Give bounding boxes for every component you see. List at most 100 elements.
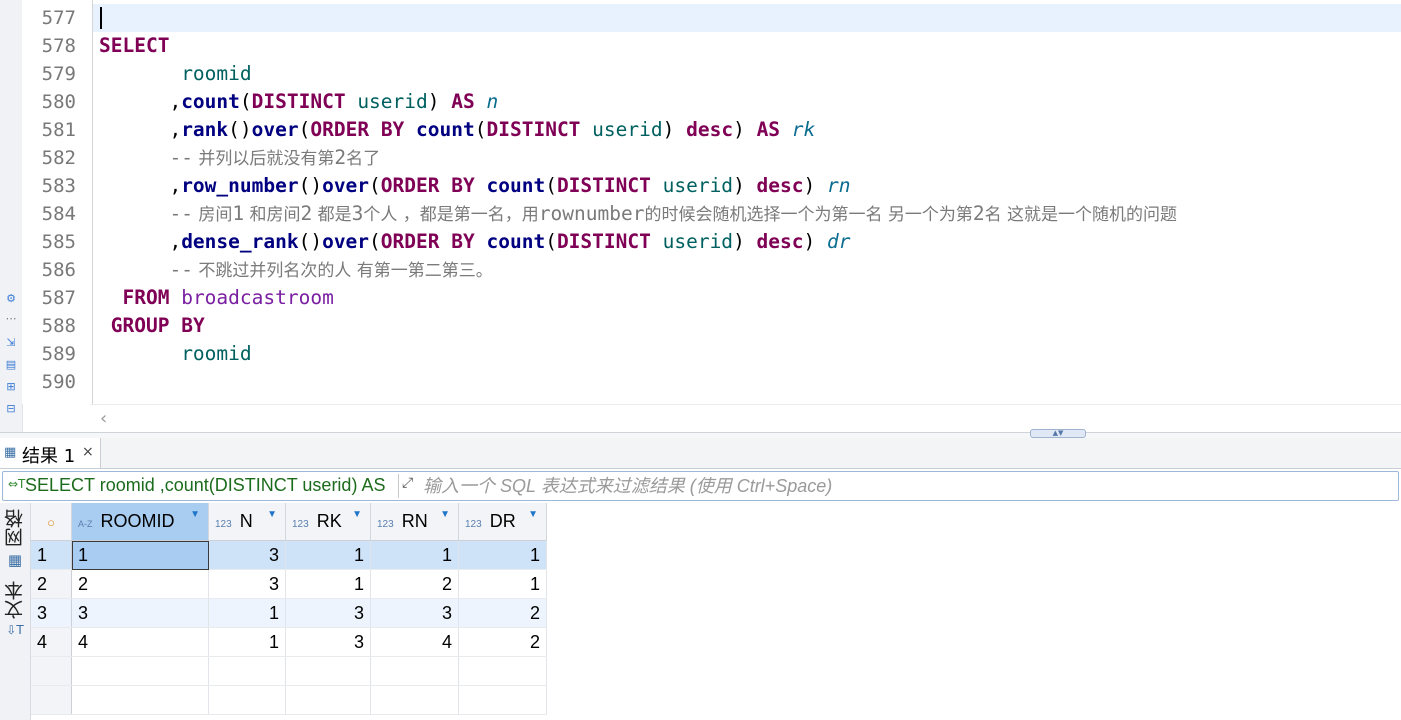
cell-n[interactable]: 3 <box>208 569 286 599</box>
cell-n[interactable]: 1 <box>208 598 286 628</box>
table-row[interactable]: 4 4 1 3 4 2 <box>31 627 547 657</box>
cell-rn[interactable]: 1 <box>370 540 459 570</box>
empty-cell <box>370 656 459 686</box>
column-name: N <box>239 511 253 531</box>
cell-rk[interactable]: 3 <box>285 627 371 657</box>
row-number-header[interactable]: ○ <box>31 503 72 541</box>
result-grid[interactable]: ○ A-Z ROOMID ▼ 123 N ▼ 123 RK ▼ 123 RN ▼… <box>31 503 1401 720</box>
line-number: 577 <box>41 7 76 29</box>
gear-icon[interactable]: ⚙ <box>3 292 19 306</box>
view-switch-strip: 网格 ▦ 文本 ⇩T <box>0 503 31 720</box>
grid-view-tab[interactable]: 网格 <box>4 509 26 547</box>
cell-roomid[interactable]: 3 <box>71 598 209 628</box>
column-name: RK <box>316 511 342 531</box>
editor-horizontal-scrollbar[interactable]: ‹ <box>90 404 1401 433</box>
column-header-rk[interactable]: 123 RK ▼ <box>285 503 371 541</box>
code-line[interactable]: -- 不跳过并列名次的人 有第一第二第三。 <box>99 256 492 284</box>
sort-arrow-icon[interactable]: ▼ <box>440 509 450 520</box>
cell-dr[interactable]: 2 <box>458 598 547 628</box>
code-line[interactable]: -- 并列以后就没有第2名了 <box>99 144 380 172</box>
line-number: 580 <box>41 91 76 113</box>
table-row[interactable]: 1 1 3 1 1 1 <box>31 540 547 570</box>
current-line-highlight <box>93 4 1401 32</box>
number-type-icon: 123 <box>292 519 309 530</box>
column-header-dr[interactable]: 123 DR ▼ <box>458 503 547 541</box>
tab-result-1[interactable]: ▦ 结果 1 × <box>0 438 101 468</box>
column-name: ROOMID <box>100 511 175 531</box>
code-line[interactable]: roomid <box>99 60 251 88</box>
sort-arrow-icon[interactable]: ▼ <box>352 509 362 520</box>
empty-cell <box>208 685 286 715</box>
query-text[interactable]: SELECT roomid ,count(DISTINCT userid) AS <box>25 475 385 496</box>
code-line[interactable]: ,row_number()over(ORDER BY count(DISTINC… <box>99 172 850 200</box>
code-line[interactable]: FROM broadcastroom <box>99 284 333 312</box>
line-number: 581 <box>41 119 76 141</box>
code-line[interactable]: ,rank()over(ORDER BY count(DISTINCT user… <box>99 116 815 144</box>
cell-rk[interactable]: 1 <box>285 540 371 570</box>
header-row: ○ A-Z ROOMID ▼ 123 N ▼ 123 RK ▼ 123 RN ▼… <box>31 503 547 541</box>
cell-rn[interactable]: 2 <box>370 569 459 599</box>
export-icon[interactable]: ⇲ <box>3 336 19 350</box>
line-number: 589 <box>41 343 76 365</box>
close-icon[interactable]: × <box>82 444 94 460</box>
grid-icon[interactable]: ▦ <box>6 551 24 569</box>
text-caret <box>100 7 102 29</box>
sort-arrow-icon[interactable]: ▼ <box>267 509 277 520</box>
row-number[interactable]: 3 <box>31 598 72 628</box>
cell-roomid[interactable]: 2 <box>71 569 209 599</box>
text-view-tab[interactable]: 文本 <box>4 581 26 619</box>
column-header-n[interactable]: 123 N ▼ <box>208 503 286 541</box>
cell-rk[interactable]: 1 <box>285 569 371 599</box>
column-header-roomid[interactable]: A-Z ROOMID ▼ <box>71 503 209 541</box>
circle-icon: ○ <box>47 515 55 530</box>
cell-dr[interactable]: 1 <box>458 540 547 570</box>
cell-rk[interactable]: 3 <box>285 598 371 628</box>
splitter-handle-icon[interactable]: ▲▼ <box>1030 429 1086 438</box>
table-row[interactable]: 2 2 3 1 2 1 <box>31 569 547 599</box>
line-number: 582 <box>41 147 76 169</box>
code-line[interactable]: -- 房间1 和房间2 都是3个人 ，都是第一名，用rownumber的时候会随… <box>99 200 1177 228</box>
text-view-label: 文本 <box>4 581 26 619</box>
sort-arrow-icon[interactable]: ▼ <box>190 509 200 520</box>
more-dots-icon[interactable]: ⋯ <box>3 312 19 326</box>
empty-row <box>31 685 547 715</box>
layout-icon[interactable]: ⊟ <box>3 402 19 416</box>
tab-label: 结果 1 <box>22 446 76 467</box>
left-tool-strip: ⚙ ⋯ ⇲ ▤ ⊞ ⊟ <box>0 0 23 440</box>
sort-arrow-icon[interactable]: ▼ <box>528 509 538 520</box>
cell-rn[interactable]: 3 <box>370 598 459 628</box>
cell-dr[interactable]: 1 <box>458 569 547 599</box>
spreadsheet-icon[interactable]: ⊞ <box>3 380 19 394</box>
filter-input[interactable] <box>421 473 1385 499</box>
row-number[interactable]: 4 <box>31 627 72 657</box>
column-header-rn[interactable]: 123 RN ▼ <box>370 503 459 541</box>
cell-roomid[interactable]: 4 <box>71 627 209 657</box>
cell-dr[interactable]: 2 <box>458 627 547 657</box>
number-type-icon: 123 <box>377 519 394 530</box>
results-tab-bar: ▦ 结果 1 × <box>0 438 1401 469</box>
line-number: 585 <box>41 231 76 253</box>
cell-roomid[interactable]: 1 <box>71 540 209 570</box>
scroll-left-arrow-icon[interactable]: ‹ <box>100 408 107 429</box>
filter-box: ⇔T SELECT roomid ,count(DISTINCT userid)… <box>2 471 1399 501</box>
cell-n[interactable]: 1 <box>208 627 286 657</box>
code-line[interactable]: ,count(DISTINCT userid) AS n <box>99 88 498 116</box>
row-number[interactable]: 1 <box>31 540 72 570</box>
cell-rn[interactable]: 4 <box>370 627 459 657</box>
new-file-icon[interactable]: ▤ <box>3 358 19 372</box>
code-line[interactable]: GROUP BY <box>99 312 205 340</box>
table-row[interactable]: 3 3 1 3 3 2 <box>31 598 547 628</box>
code-line[interactable]: ,dense_rank()over(ORDER BY count(DISTINC… <box>99 228 850 256</box>
empty-row <box>31 656 547 686</box>
cell-n[interactable]: 3 <box>208 540 286 570</box>
sql-editor[interactable]: 577 578 579 580 581 582 583 584 585 586 … <box>22 0 1401 404</box>
line-number: 586 <box>41 259 76 281</box>
expand-icon[interactable]: ⤢ <box>402 475 413 491</box>
row-number[interactable]: 2 <box>31 569 72 599</box>
code-line[interactable]: SELECT <box>99 32 169 60</box>
column-name: RN <box>401 511 428 531</box>
code-line[interactable]: roomid <box>99 340 251 368</box>
empty-cell <box>285 685 371 715</box>
text-icon[interactable]: ⇩T <box>6 623 24 637</box>
line-number: 583 <box>41 175 76 197</box>
